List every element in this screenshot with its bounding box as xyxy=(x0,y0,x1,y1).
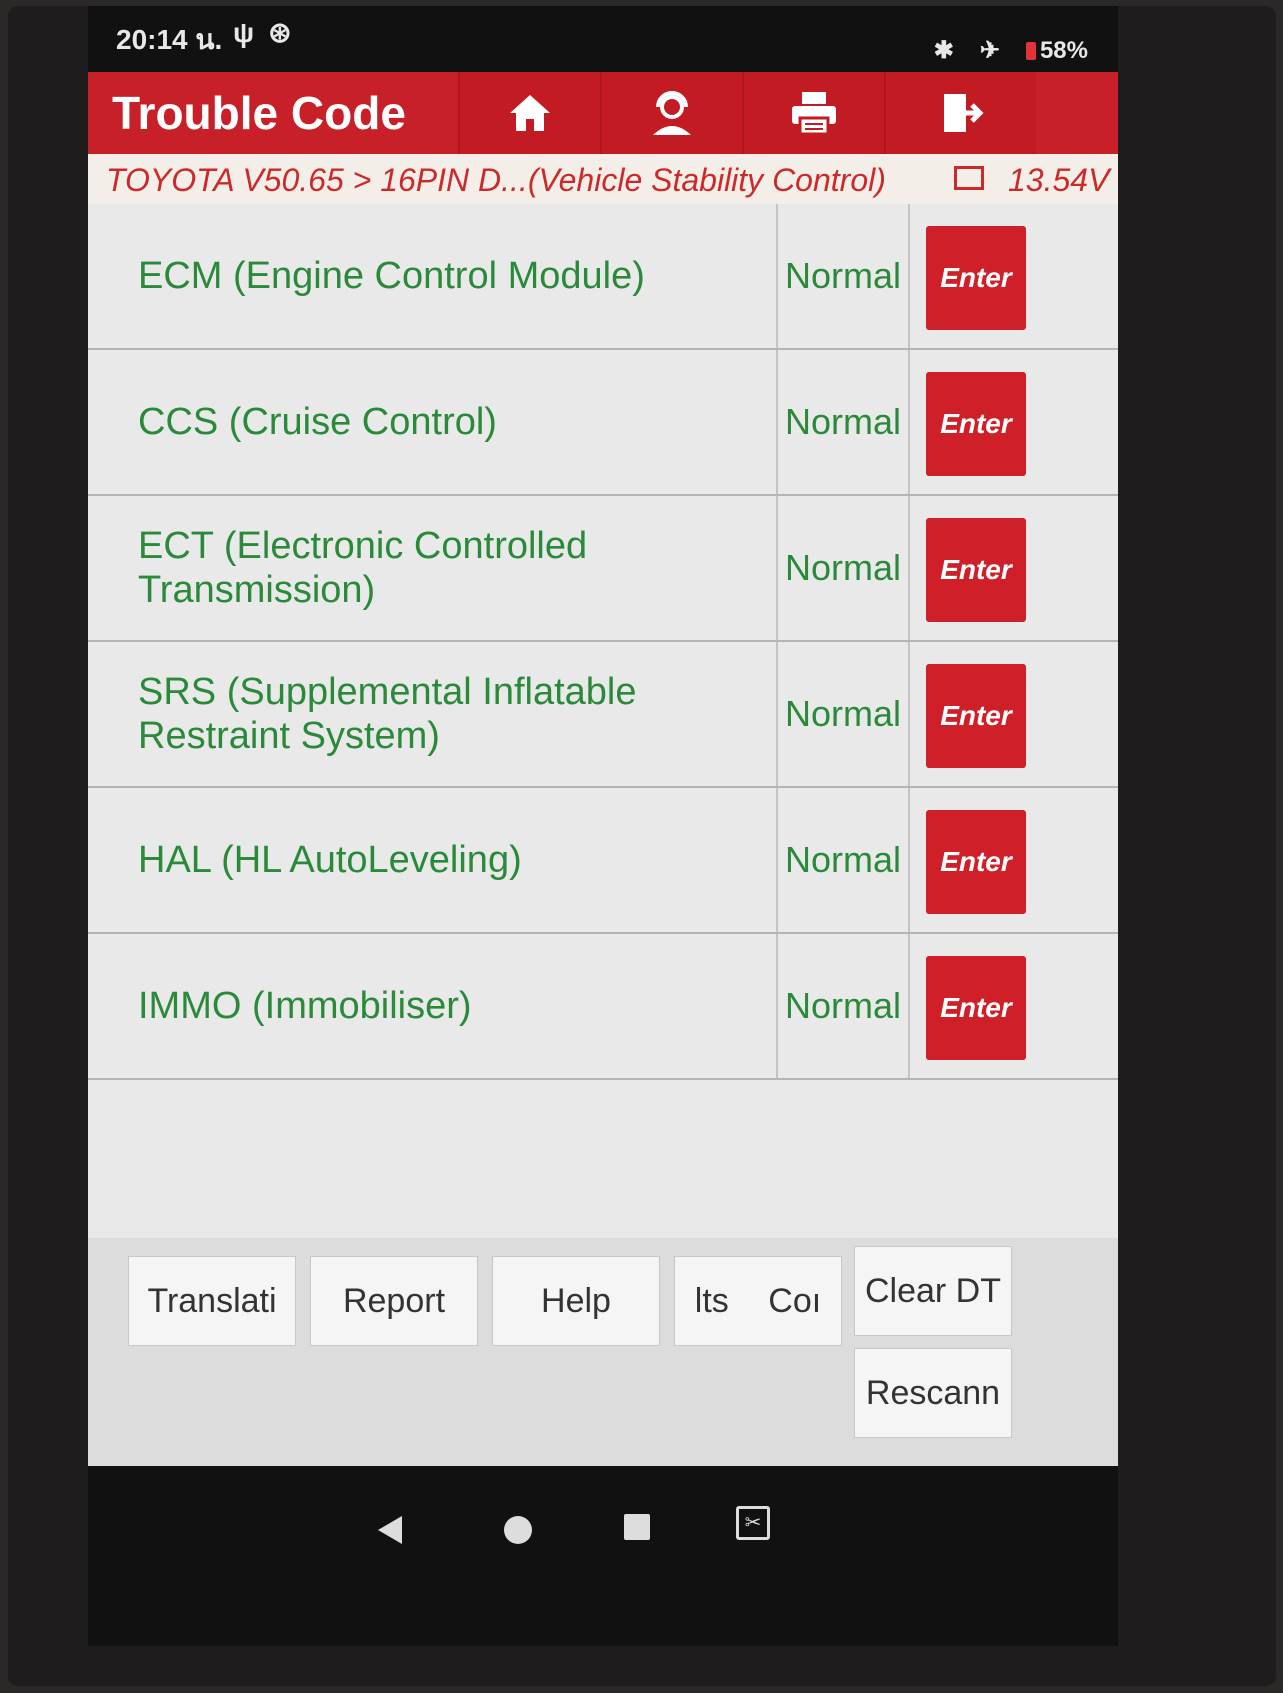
breadcrumb-bar: TOYOTA V50.65 > 16PIN D...(Vehicle Stabi… xyxy=(88,154,1118,204)
exit-icon xyxy=(944,94,984,132)
support-button[interactable] xyxy=(600,72,742,154)
compare-label: Coı xyxy=(768,1281,822,1320)
print-button[interactable] xyxy=(742,72,884,154)
system-name: HAL (HL AutoLeveling) xyxy=(138,839,522,881)
page-title: Trouble Code xyxy=(112,87,406,139)
battery-level: 58% xyxy=(1039,36,1088,64)
bluetooth-icon: ✱ xyxy=(933,37,954,64)
voltage-readout: 13.54V xyxy=(1008,162,1110,198)
print-icon xyxy=(792,92,836,136)
system-name: SRS (Supplemental Inflatable Restraint S… xyxy=(138,671,637,757)
back-icon[interactable] xyxy=(378,1516,402,1544)
system-status: Normal xyxy=(776,350,910,494)
system-row: CCS (Cruise Control) Normal Enter xyxy=(88,350,1118,496)
status-time: 20:14 น. xyxy=(116,24,223,55)
system-name: CCS (Cruise Control) xyxy=(138,401,497,443)
system-row: ECM (Engine Control Module) Normal Enter xyxy=(88,204,1118,350)
system-list: ECM (Engine Control Module) Normal Enter… xyxy=(88,204,1118,1238)
bottom-toolbar: Translati Report Help lts Coı Clear DT R… xyxy=(88,1238,1118,1466)
system-status: Normal xyxy=(776,642,910,786)
system-status: Normal xyxy=(776,934,910,1078)
report-button[interactable]: Report xyxy=(310,1256,478,1346)
recent-apps-icon[interactable] xyxy=(624,1514,650,1540)
enter-button[interactable]: Enter xyxy=(926,810,1026,914)
screen: 20:14 น. ψ⊛ ✱ ✈ 58% Trouble Code TOYOTA … xyxy=(88,6,1118,1646)
rescan-button[interactable]: Rescann xyxy=(854,1348,1012,1438)
clear-dtc-button[interactable]: Clear DT xyxy=(854,1246,1012,1336)
status-bar: 20:14 น. ψ⊛ ✱ ✈ 58% xyxy=(88,6,1118,70)
battery-icon xyxy=(1025,41,1036,60)
notification-icons: ψ⊛ xyxy=(233,16,306,49)
enter-button[interactable]: Enter xyxy=(926,664,1026,768)
sync-icon: ⊛ xyxy=(268,17,306,48)
airplane-icon: ✈ xyxy=(979,37,1000,64)
android-nav-bar: ✂ xyxy=(88,1466,1118,1586)
home-button[interactable] xyxy=(458,72,600,154)
system-row: HAL (HL AutoLeveling) Normal Enter xyxy=(88,788,1118,934)
enter-button[interactable]: Enter xyxy=(926,372,1026,476)
results-label: lts xyxy=(694,1281,729,1320)
system-name: IMMO (Immobiliser) xyxy=(138,985,472,1027)
home-icon xyxy=(510,95,550,131)
battery-indicator: 58% xyxy=(1025,36,1088,65)
exit-button[interactable] xyxy=(884,72,1036,154)
enter-button[interactable]: Enter xyxy=(926,226,1026,330)
system-name: ECM (Engine Control Module) xyxy=(138,255,645,297)
status-right: ✱ ✈ 58% xyxy=(934,36,1088,65)
system-status: Normal xyxy=(776,788,910,932)
system-status: Normal xyxy=(776,204,910,348)
enter-button[interactable]: Enter xyxy=(926,956,1026,1060)
system-status: Normal xyxy=(776,496,910,640)
support-icon xyxy=(653,91,691,135)
system-row: SRS (Supplemental Inflatable Restraint S… xyxy=(88,642,1118,788)
home-circle-icon[interactable] xyxy=(504,1516,532,1544)
system-name: ECT (Electronic Controlled Transmission) xyxy=(138,525,588,611)
translation-button[interactable]: Translati xyxy=(128,1256,296,1346)
system-row: ECT (Electronic Controlled Transmission)… xyxy=(88,496,1118,642)
usb-icon: ψ xyxy=(233,17,269,48)
enter-button[interactable]: Enter xyxy=(926,518,1026,622)
results-compare-button[interactable]: lts Coı xyxy=(674,1256,842,1346)
system-row: IMMO (Immobiliser) Normal Enter xyxy=(88,934,1118,1080)
screenshot-icon[interactable]: ✂ xyxy=(736,1506,770,1540)
tablet-device: 20:14 น. ψ⊛ ✱ ✈ 58% Trouble Code TOYOTA … xyxy=(8,6,1276,1686)
battery-voltage-icon xyxy=(954,166,984,190)
title-bar: Trouble Code xyxy=(88,72,1118,154)
help-button[interactable]: Help xyxy=(492,1256,660,1346)
breadcrumb: TOYOTA V50.65 > 16PIN D...(Vehicle Stabi… xyxy=(106,162,886,198)
